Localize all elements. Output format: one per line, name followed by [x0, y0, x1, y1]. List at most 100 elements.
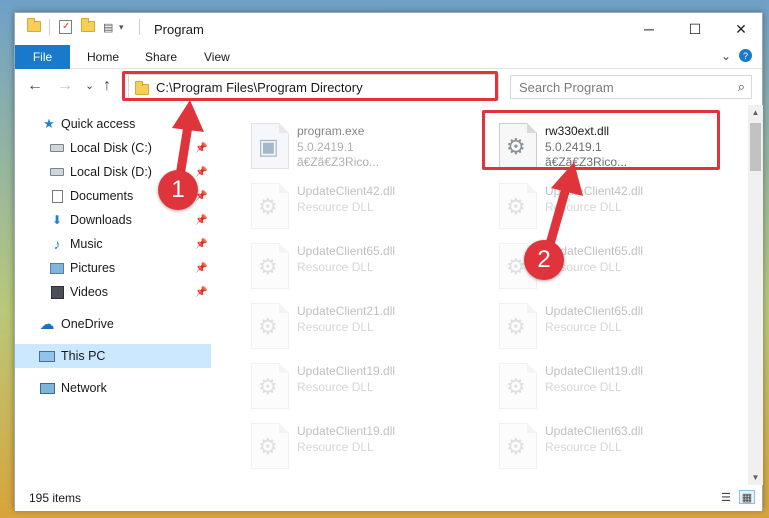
- sidebar-item-onedrive[interactable]: ☁ OneDrive: [15, 312, 211, 336]
- file-name: UpdateClient65.dll: [545, 304, 644, 318]
- computer-icon: [39, 348, 55, 364]
- dll-file-icon: ⚙: [251, 243, 289, 289]
- file-company: ã€Zã€Z3Rico...: [297, 155, 380, 169]
- new-folder-icon[interactable]: [81, 18, 95, 32]
- file-description: Resource DLL: [545, 320, 622, 334]
- sidebar-item-music[interactable]: ♪ Music 📌: [15, 232, 211, 256]
- file-description: Resource DLL: [545, 440, 622, 454]
- file-name: UpdateClient19.dll: [297, 364, 396, 378]
- file-name: UpdateClient19.dll: [545, 364, 644, 378]
- file-item[interactable]: ⚙ UpdateClient19.dll Resource DLL: [245, 361, 477, 413]
- sidebar-item-label: Quick access: [61, 117, 136, 131]
- dll-file-icon: ⚙: [251, 363, 289, 409]
- file-name: UpdateClient63.dll: [545, 424, 644, 438]
- address-path[interactable]: C:\Program Files\Program Directory: [156, 80, 363, 95]
- close-button[interactable]: ✕: [718, 13, 764, 45]
- pin-icon[interactable]: 📌: [195, 263, 207, 274]
- forward-button[interactable]: →: [57, 77, 73, 95]
- sidebar-item-this-pc[interactable]: This PC: [15, 344, 211, 368]
- address-bar[interactable]: C:\Program Files\Program Directory ⌄ ↻: [128, 74, 607, 100]
- ribbon-tabs: File Home Share View ⌄ ?: [15, 45, 762, 69]
- search-icon[interactable]: ⌕: [738, 79, 745, 95]
- title-divider: [139, 19, 140, 35]
- tab-home[interactable]: Home: [87, 50, 119, 64]
- network-icon: [39, 380, 55, 396]
- customize-toolbar-icon[interactable]: ▤: [103, 21, 113, 34]
- file-name: UpdateClient65.dll: [297, 244, 396, 258]
- dll-file-icon: ⚙: [251, 423, 289, 469]
- file-description: Resource DLL: [297, 260, 374, 274]
- sidebar-item-downloads[interactable]: ⬇ Downloads 📌: [15, 208, 211, 232]
- file-description: Resource DLL: [297, 200, 374, 214]
- pin-icon[interactable]: 📌: [195, 167, 207, 178]
- details-view-icon[interactable]: ☰: [718, 490, 734, 504]
- vertical-scrollbar[interactable]: ▲ ▼: [748, 105, 763, 485]
- sidebar-item-pictures[interactable]: Pictures 📌: [15, 256, 211, 280]
- file-item[interactable]: ⚙ UpdateClient21.dll Resource DLL: [245, 301, 477, 353]
- sidebar-item-label: Downloads: [70, 213, 132, 227]
- file-name: UpdateClient42.dll: [545, 184, 644, 198]
- dll-file-icon: ⚙: [499, 363, 537, 409]
- file-company: ã€Zã€Z3Rico...: [545, 155, 628, 169]
- toolbar-dropdown-icon[interactable]: ▾: [119, 22, 124, 33]
- pin-icon[interactable]: 📌: [195, 287, 207, 298]
- tab-file[interactable]: File: [15, 45, 70, 69]
- sidebar-item-videos[interactable]: Videos 📌: [15, 280, 211, 304]
- file-item-program-exe[interactable]: ▣ program.exe 5.0.2419.1 ã€Zã€Z3Rico...: [245, 121, 477, 173]
- file-item[interactable]: ⚙ UpdateClient65.dll Resource DLL: [493, 301, 725, 353]
- download-icon: ⬇: [51, 213, 63, 227]
- dll-file-icon: ⚙: [251, 303, 289, 349]
- file-item-rw330ext-dll[interactable]: ⚙ rw330ext.dll 5.0.2419.1 ã€Zã€Z3Rico...: [493, 121, 725, 173]
- navigation-pane: ★ Quick access Local Disk (C:) 📌 Local D…: [15, 105, 211, 485]
- pin-icon[interactable]: 📌: [195, 239, 207, 250]
- maximize-button[interactable]: ☐: [672, 13, 718, 45]
- expand-ribbon-icon[interactable]: ⌄: [721, 49, 731, 63]
- up-button[interactable]: ↑: [103, 77, 111, 95]
- file-item[interactable]: ⚙ UpdateClient42.dll Resource DLL: [245, 181, 477, 233]
- file-item[interactable]: ⚙ UpdateClient42.dll Resource DLL: [493, 181, 725, 233]
- file-name: UpdateClient19.dll: [297, 424, 396, 438]
- search-box[interactable]: ⌕: [510, 75, 752, 99]
- sidebar-item-local-disk-c[interactable]: Local Disk (C:) 📌: [15, 136, 211, 160]
- back-button[interactable]: ←: [27, 77, 43, 95]
- tiles-view-icon[interactable]: ▦: [739, 490, 755, 504]
- folder-icon: [27, 18, 41, 32]
- scroll-up-arrow-icon[interactable]: ▲: [748, 105, 763, 120]
- file-explorer-window: ✓ ▤ ▾ Program ─ ☐ ✕ File Home Share View…: [14, 12, 764, 511]
- file-item[interactable]: ⚙ UpdateClient65.dll Resource DLL: [245, 241, 477, 293]
- file-item[interactable]: ⚙ UpdateClient19.dll Resource DLL: [245, 421, 477, 473]
- dll-file-icon: ⚙: [499, 423, 537, 469]
- drive-icon: [49, 140, 65, 156]
- file-version: 5.0.2419.1: [545, 140, 602, 154]
- file-item[interactable]: ⚙ UpdateClient63.dll Resource DLL: [493, 421, 725, 473]
- file-description: Resource DLL: [297, 440, 374, 454]
- sidebar-item-network[interactable]: Network: [15, 376, 211, 400]
- properties-icon[interactable]: ✓: [59, 20, 72, 34]
- callout-badge-2: 2: [524, 240, 564, 280]
- pictures-icon: [49, 260, 65, 276]
- minimize-button[interactable]: ─: [626, 13, 672, 45]
- recent-locations-button[interactable]: ⌄: [85, 79, 94, 92]
- toolbar-divider: [49, 19, 50, 35]
- music-icon: ♪: [53, 236, 61, 252]
- drive-icon: [49, 164, 65, 180]
- scroll-thumb[interactable]: [750, 123, 761, 171]
- sidebar-item-label: This PC: [61, 349, 106, 363]
- sidebar-item-label: Network: [61, 381, 107, 395]
- pin-icon[interactable]: 📌: [195, 215, 207, 226]
- exe-file-icon: ▣: [251, 123, 289, 169]
- tab-share[interactable]: Share: [145, 50, 177, 64]
- documents-icon: [49, 188, 65, 204]
- file-description: Resource DLL: [297, 380, 374, 394]
- star-icon: ★: [43, 116, 55, 131]
- tab-view[interactable]: View: [204, 50, 230, 64]
- file-name: UpdateClient42.dll: [297, 184, 396, 198]
- file-item[interactable]: ⚙ UpdateClient19.dll Resource DLL: [493, 361, 725, 413]
- file-description: Resource DLL: [545, 200, 622, 214]
- pin-icon[interactable]: 📌: [195, 143, 207, 154]
- help-icon[interactable]: ?: [739, 49, 752, 62]
- videos-icon: [49, 284, 65, 300]
- sidebar-item-quick-access[interactable]: ★ Quick access: [15, 112, 211, 136]
- search-input[interactable]: [519, 79, 719, 95]
- scroll-down-arrow-icon[interactable]: ▼: [748, 470, 763, 485]
